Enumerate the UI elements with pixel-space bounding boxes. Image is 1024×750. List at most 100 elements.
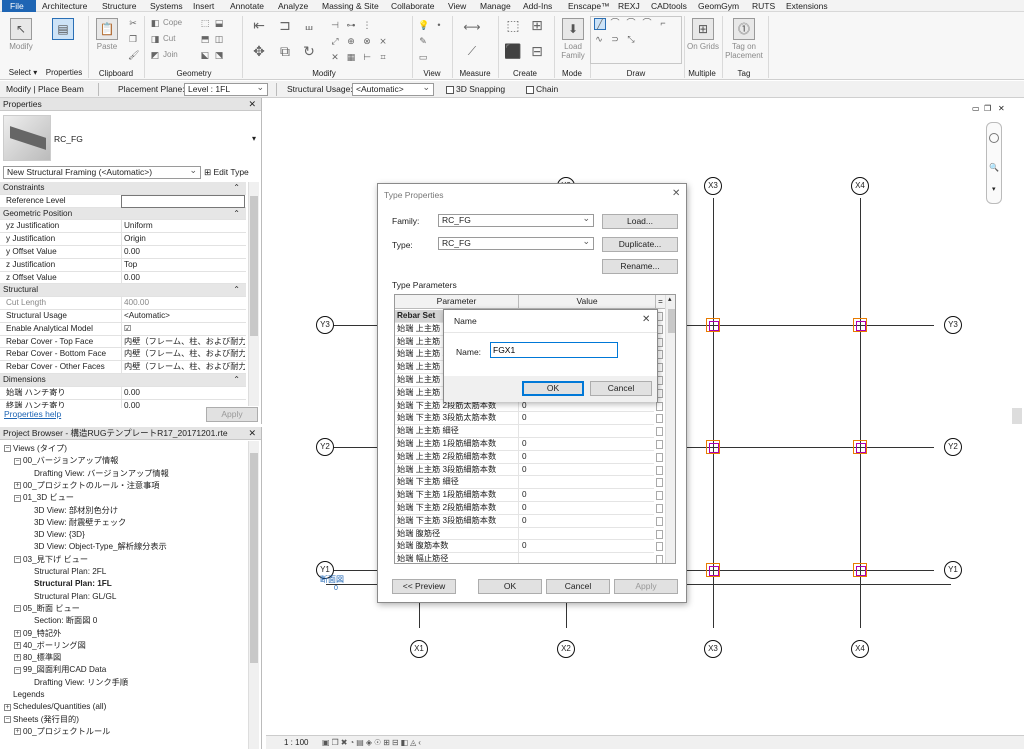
browser-item[interactable]: 3D View: {3D}	[34, 529, 85, 541]
trim-icon[interactable]: ⊣	[330, 20, 340, 30]
parameter-value[interactable]: 0	[518, 450, 654, 464]
grid-bubble-bottom-x4[interactable]: X4	[851, 640, 869, 658]
parameter-value[interactable]	[518, 553, 654, 563]
family-dropdown[interactable]: RC_FG	[438, 213, 594, 227]
formula-button[interactable]	[656, 414, 663, 424]
window-close-icon[interactable]: ✕	[998, 104, 1005, 113]
browser-item[interactable]: Drafting View: リンク手順	[34, 677, 128, 689]
lock-icon[interactable]: ⌗	[378, 52, 388, 62]
expand-toggle-icon[interactable]: +	[14, 482, 21, 490]
align-icon[interactable]: ⇤	[250, 18, 268, 38]
dimension-icon[interactable]: ⟋	[460, 45, 484, 57]
scale-icon[interactable]: ⤢	[330, 36, 340, 46]
property-row[interactable]: Enable Analytical Model ☑	[0, 322, 246, 336]
formula-button[interactable]	[656, 440, 663, 449]
browser-item[interactable]: − Sheets (発行目的)	[4, 714, 79, 726]
expand-toggle-icon[interactable]: −	[14, 605, 21, 613]
grid-bubble-right-y2[interactable]: Y2	[944, 438, 962, 456]
expand-toggle-icon[interactable]: +	[14, 629, 21, 637]
grid-bubble-right-y1[interactable]: Y1	[944, 561, 962, 579]
array-icon[interactable]: ⋮	[362, 20, 372, 30]
name-ok-button[interactable]: OK	[522, 381, 584, 396]
formula-button[interactable]	[656, 427, 663, 437]
match-icon[interactable]: 🖌	[128, 50, 139, 60]
collapse-icon[interactable]: ⌃	[233, 182, 240, 195]
menu-add-ins[interactable]: Add-Ins	[523, 0, 552, 12]
property-section[interactable]: Geometric Position ⌃	[0, 207, 246, 221]
parameter-row[interactable]: 始端 下主筋 細径	[395, 476, 663, 490]
name-input[interactable]	[490, 342, 618, 358]
property-value[interactable]: 内壁（フレーム、柱、および耐力...	[121, 361, 245, 374]
cope-icon[interactable]: ◧	[150, 18, 160, 28]
parameter-value[interactable]: 0	[518, 514, 654, 528]
grid-bubble-top-x3[interactable]: X3	[704, 177, 722, 195]
name-cancel-button[interactable]: Cancel	[590, 381, 652, 396]
browser-item[interactable]: 3D View: 部材別色分け	[34, 505, 118, 517]
property-value[interactable]: Top	[121, 258, 245, 272]
expand-toggle-icon[interactable]: +	[14, 728, 21, 736]
property-row[interactable]: Rebar Cover - Bottom Face 内壁（フレーム、柱、および耐力…	[0, 348, 246, 362]
parameter-row[interactable]: 始端 下主筋 3段筋細筋本数 0	[395, 514, 663, 528]
browser-item[interactable]: +40_ボーリング図	[14, 640, 86, 652]
apply-button[interactable]: Apply	[206, 407, 258, 422]
browser-item[interactable]: Structural Plan: 1FL	[34, 578, 112, 590]
hide-icon[interactable]: 💡	[418, 20, 429, 30]
browser-item[interactable]: Structural Plan: GL/GL	[34, 591, 116, 603]
rotate-icon[interactable]: ↻	[300, 44, 318, 64]
join-icon[interactable]: ◩	[150, 50, 160, 60]
expand-toggle-icon[interactable]: −	[4, 715, 11, 723]
parameter-row[interactable]: 始端 上主筋 1段筋細筋本数 0	[395, 438, 663, 451]
parameter-value[interactable]: 0	[518, 489, 654, 502]
section-marker[interactable]: 断面図	[320, 574, 344, 585]
collapse-icon[interactable]: ⌃	[233, 208, 240, 221]
column-marker[interactable]	[853, 318, 867, 332]
property-value[interactable]: 400.00	[121, 297, 245, 310]
window-restore-icon[interactable]: ❐	[984, 104, 991, 113]
cut-geometry-icon[interactable]: ◨	[150, 34, 160, 44]
property-section[interactable]: Constraints ⌃	[0, 182, 246, 195]
property-row[interactable]: y Justification Origin	[0, 233, 246, 246]
browser-item[interactable]: 3D View: Object-Type_解析線分表示	[34, 541, 167, 553]
menu-annotate[interactable]: Annotate	[230, 0, 264, 12]
instance-type-dropdown[interactable]: New Structural Framing (<Automatic>)	[3, 165, 201, 179]
on-grids-tool[interactable]: ⊞ On Grids	[686, 18, 720, 51]
property-value[interactable]: 内壁（フレーム、柱、および耐力...	[121, 335, 245, 349]
load-button[interactable]: Load...	[602, 214, 678, 229]
property-row[interactable]: z Justification Top	[0, 258, 246, 272]
preview-button[interactable]: << Preview	[392, 579, 456, 594]
property-row[interactable]: Cut Length 400.00	[0, 297, 246, 310]
table-scrollbar[interactable]: ▴	[665, 295, 675, 563]
line-icon[interactable]: ╱	[594, 18, 606, 30]
parameter-row[interactable]: 始端 下主筋 1段筋細筋本数 0	[395, 489, 663, 502]
column-marker[interactable]	[706, 318, 720, 332]
structural-usage-dropdown[interactable]: <Automatic>	[352, 82, 434, 96]
browser-item[interactable]: Structural Plan: 2FL	[34, 566, 106, 578]
property-row[interactable]: Reference Level	[0, 194, 246, 208]
property-value[interactable]: 0.00	[121, 271, 245, 285]
formula-button[interactable]	[656, 452, 663, 462]
browser-item[interactable]: 3D View: 耐震壁チェック	[34, 517, 126, 529]
close-icon[interactable]: ✕	[672, 188, 680, 199]
spline-icon[interactable]: ∿	[594, 34, 604, 44]
property-row[interactable]: Rebar Cover - Other Faces 内壁（フレーム、柱、および耐力…	[0, 361, 246, 374]
grid-bubble-right-y3[interactable]: Y3	[944, 316, 962, 334]
collapse-icon[interactable]: ⌃	[233, 374, 240, 387]
expand-toggle-icon[interactable]: +	[4, 703, 11, 711]
linework-icon[interactable]: ▭	[418, 52, 428, 62]
browser-scrollbar[interactable]	[248, 441, 259, 749]
browser-item[interactable]: Legends	[4, 689, 44, 701]
formula-button[interactable]	[656, 491, 663, 501]
browser-item[interactable]: −03_見下げ ビュー	[14, 554, 88, 566]
property-value[interactable]: 内壁（フレーム、柱、および耐力...	[121, 348, 245, 362]
apply-button[interactable]: Apply	[614, 579, 678, 594]
property-row[interactable]: Rebar Cover - Top Face 内壁（フレーム、柱、および耐力...	[0, 335, 246, 349]
parameter-row[interactable]: 始端 下主筋 3段筋太筋本数 0	[395, 412, 663, 426]
menu-extensions[interactable]: Extensions	[786, 0, 828, 12]
tag-on-placement-tool[interactable]: ⓵ Tag on Placement	[724, 18, 764, 60]
property-value[interactable]: Origin	[121, 233, 245, 246]
create-assembly-icon[interactable]: ⬚	[504, 18, 522, 38]
property-row[interactable]: y Offset Value 0.00	[0, 246, 246, 259]
expand-toggle-icon[interactable]: +	[14, 642, 21, 650]
nav-more-icon[interactable]: ▾	[992, 185, 996, 193]
browser-item[interactable]: +80_標準図	[14, 652, 61, 664]
